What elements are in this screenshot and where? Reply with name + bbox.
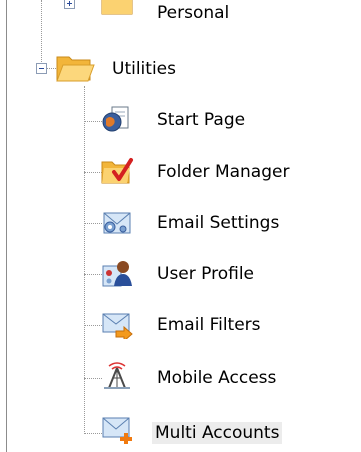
antenna-icon [104,362,130,389]
folder-check-icon [101,158,133,184]
collapse-toggle[interactable] [36,63,47,74]
tree-node-label: Utilities [112,59,176,79]
tree-item-label: User Profile [157,264,255,284]
tree-item-label: Folder Manager [157,162,290,182]
tree-item-label: Mobile Access [157,368,277,388]
email-settings-icon [103,212,131,234]
email-filter-icon [102,313,133,339]
tree-node-label: Personal [157,3,230,23]
tree-connector [41,0,42,68]
tree-item-label: Start Page [157,110,246,130]
tree-item-label: Email Filters [157,315,261,335]
tree-connector [84,86,85,434]
tree-item-label: Multi Accounts [152,422,283,444]
expand-toggle[interactable] [64,0,75,9]
folder-tree: Personal Utilities Start Page Folder Man… [0,0,361,452]
folder-icon [101,0,133,15]
envelope-plus-icon [102,417,132,444]
tree-item-label: Email Settings [157,213,280,233]
open-folder-icon [56,56,95,82]
globe-page-icon [102,106,129,132]
user-profile-icon [102,261,132,287]
